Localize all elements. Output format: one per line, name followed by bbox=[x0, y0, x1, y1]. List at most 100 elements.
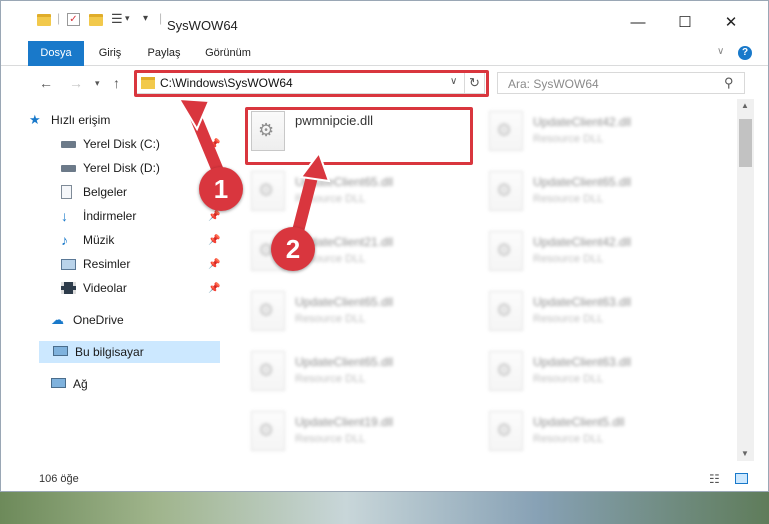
file-type: Resource DLL bbox=[533, 373, 604, 385]
file-name: UpdateClient19.dll bbox=[295, 415, 394, 429]
close-button[interactable]: ✕ bbox=[719, 11, 743, 35]
desktop-background bbox=[0, 492, 769, 524]
scroll-up-icon[interactable]: ▲ bbox=[741, 101, 749, 110]
maximize-button[interactable]: ☐ bbox=[673, 11, 697, 35]
title-bar: | ✓ ☰ ▾ ▾ | SysWOW64 — ☐ ✕ bbox=[1, 1, 768, 41]
customize-toolbar-icon[interactable]: ▾ bbox=[143, 13, 148, 24]
window-title: SysWOW64 bbox=[167, 18, 238, 33]
file-type: Resource DLL bbox=[295, 193, 366, 205]
documents-icon bbox=[61, 185, 72, 199]
file-type: Resource DLL bbox=[533, 133, 604, 145]
sidebar-item-label: Hızlı erişim bbox=[51, 113, 111, 127]
status-bar: 106 öğe ☷ bbox=[1, 467, 768, 491]
videos-icon bbox=[61, 282, 76, 294]
file-type: Resource DLL bbox=[533, 253, 604, 265]
large-icons-view-icon[interactable] bbox=[735, 473, 748, 484]
sidebar-item-label: Belgeler bbox=[83, 185, 128, 199]
tab-file[interactable]: Dosya bbox=[28, 41, 84, 66]
tab-view[interactable]: Görünüm bbox=[197, 41, 259, 66]
search-input[interactable]: Ara: SysWOW64 bbox=[508, 77, 599, 91]
dll-file-icon bbox=[489, 351, 523, 391]
properties-icon[interactable]: ✓ bbox=[67, 13, 80, 26]
dll-file-icon bbox=[489, 291, 523, 331]
file-item[interactable]: UpdateClient42.dll Resource DLL bbox=[485, 105, 695, 157]
details-view-icon[interactable]: ☷ bbox=[709, 472, 720, 486]
new-folder-icon[interactable] bbox=[89, 14, 103, 26]
file-type: Resource DLL bbox=[295, 313, 366, 325]
file-type: Resource DLL bbox=[533, 313, 604, 325]
sidebar-item-label: Yerel Disk (D:) bbox=[83, 161, 160, 175]
sidebar-item-music[interactable]: ♪ Müzik bbox=[57, 229, 217, 251]
music-icon: ♪ bbox=[61, 232, 68, 248]
forward-button[interactable]: → bbox=[69, 75, 83, 91]
drive-icon bbox=[61, 141, 76, 148]
sidebar-item-onedrive[interactable]: ☁ OneDrive bbox=[47, 309, 217, 331]
scroll-down-icon[interactable]: ▼ bbox=[741, 449, 749, 458]
navigation-bar: ← → ▾ ↑ C:\Windows\SysWOW64 ∨ ↻ Ara: Sys… bbox=[1, 67, 768, 99]
recent-locations-icon[interactable]: ▾ bbox=[95, 78, 100, 89]
dll-file-icon bbox=[251, 291, 285, 331]
step-badge-1: 1 bbox=[199, 167, 243, 211]
dll-file-icon bbox=[251, 351, 285, 391]
file-type: Resource DLL bbox=[533, 193, 604, 205]
file-item[interactable]: UpdateClient42.dll Resource DLL bbox=[485, 225, 695, 277]
view-options-icon[interactable]: ☰ bbox=[111, 11, 123, 27]
drive-icon bbox=[61, 165, 76, 172]
dll-file-icon bbox=[489, 411, 523, 451]
pin-icon[interactable]: 📌 bbox=[208, 139, 220, 150]
sidebar-item-pictures[interactable]: Resimler bbox=[57, 253, 217, 275]
step-badge-2: 2 bbox=[271, 227, 315, 271]
sidebar-item-disk-c[interactable]: Yerel Disk (C:) bbox=[57, 133, 217, 155]
search-box[interactable]: Ara: SysWOW64 ⚲ bbox=[497, 72, 745, 94]
sidebar-item-label: Müzik bbox=[83, 233, 115, 247]
sidebar-item-quick-access[interactable]: ★ Hızlı erişim bbox=[25, 109, 215, 131]
vertical-scrollbar[interactable]: ▲ ▼ bbox=[737, 99, 754, 461]
sidebar-item-network[interactable]: Ağ bbox=[47, 373, 217, 395]
file-name: UpdateClient65.dll bbox=[533, 175, 632, 189]
sidebar-item-label: Yerel Disk (C:) bbox=[83, 137, 160, 151]
star-icon: ★ bbox=[29, 112, 41, 127]
sidebar-item-label: Ağ bbox=[73, 377, 88, 391]
file-item[interactable]: UpdateClient65.dll Resource DLL bbox=[485, 165, 695, 217]
back-button[interactable]: ← bbox=[39, 75, 53, 91]
sidebar-item-downloads[interactable]: ↓ İndirmeler bbox=[57, 205, 217, 227]
up-button[interactable]: ↑ bbox=[113, 75, 120, 91]
pin-icon[interactable]: 📌 bbox=[208, 259, 220, 270]
file-type: Resource DLL bbox=[295, 373, 366, 385]
cloud-icon: ☁ bbox=[51, 312, 64, 327]
file-item[interactable]: UpdateClient65.dll Resource DLL bbox=[247, 165, 457, 217]
pin-icon[interactable]: 📌 bbox=[208, 283, 220, 294]
dll-file-icon bbox=[489, 231, 523, 271]
sidebar-item-documents[interactable]: Belgeler bbox=[57, 181, 217, 203]
search-icon[interactable]: ⚲ bbox=[724, 75, 734, 91]
scrollbar-thumb[interactable] bbox=[739, 119, 752, 167]
file-item[interactable]: UpdateClient63.dll Resource DLL bbox=[485, 345, 695, 397]
expand-ribbon-icon[interactable]: ∨ bbox=[717, 46, 724, 57]
help-icon[interactable]: ? bbox=[738, 46, 752, 60]
dll-file-icon bbox=[489, 111, 523, 151]
file-item[interactable]: UpdateClient5.dll Resource DLL bbox=[485, 405, 695, 457]
file-name: UpdateClient65.dll bbox=[295, 175, 394, 189]
sidebar-item-this-pc[interactable]: Bu bilgisayar bbox=[49, 341, 219, 363]
file-name: UpdateClient63.dll bbox=[533, 295, 632, 309]
dll-file-icon bbox=[489, 171, 523, 211]
pin-icon[interactable]: 📌 bbox=[208, 211, 220, 222]
file-item[interactable]: UpdateClient65.dll Resource DLL bbox=[247, 285, 457, 337]
highlight-box-file bbox=[245, 107, 473, 165]
separator: | bbox=[57, 11, 61, 25]
minimize-button[interactable]: — bbox=[626, 11, 650, 35]
sidebar-item-disk-d[interactable]: Yerel Disk (D:) bbox=[57, 157, 217, 179]
chevron-down-icon[interactable]: ▾ bbox=[125, 13, 130, 24]
folder-icon bbox=[37, 14, 51, 26]
file-item[interactable]: UpdateClient65.dll Resource DLL bbox=[247, 345, 457, 397]
file-type: Resource DLL bbox=[533, 433, 604, 445]
sidebar-item-videos[interactable]: Videolar bbox=[57, 277, 217, 299]
tab-share[interactable]: Paylaş bbox=[139, 41, 189, 66]
file-item[interactable]: UpdateClient19.dll Resource DLL bbox=[247, 405, 457, 457]
highlight-box-address bbox=[134, 70, 489, 97]
sidebar-item-label: Bu bilgisayar bbox=[75, 345, 144, 359]
pin-icon[interactable]: 📌 bbox=[208, 235, 220, 246]
file-item[interactable]: UpdateClient63.dll Resource DLL bbox=[485, 285, 695, 337]
file-name: UpdateClient65.dll bbox=[295, 295, 394, 309]
tab-home[interactable]: Giriş bbox=[87, 41, 133, 66]
